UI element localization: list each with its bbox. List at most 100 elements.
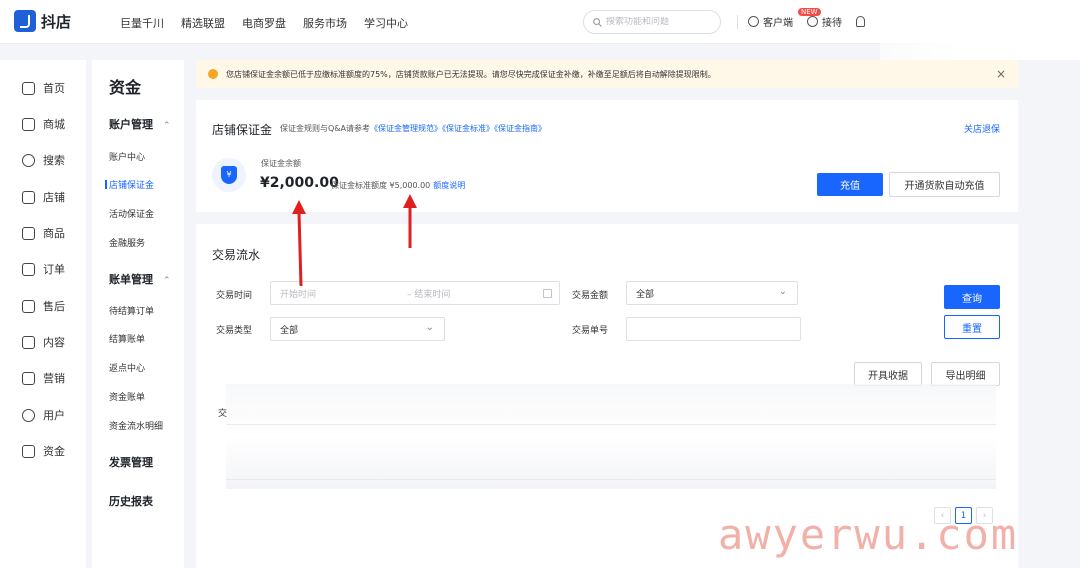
type-select[interactable]: 全部 ⌄ bbox=[270, 317, 445, 341]
order-no-input[interactable] bbox=[626, 317, 801, 341]
start-time-placeholder: 开始时间 bbox=[280, 289, 317, 300]
ref-link-rules[interactable]: 《保证金管理规范》 bbox=[370, 124, 442, 133]
subnav-activity-deposit[interactable]: 活动保证金 bbox=[109, 207, 154, 220]
standard-amount: 保证金标准额度 ¥5,000.00 额度说明 bbox=[331, 180, 465, 191]
table-header-partial: 交 bbox=[218, 409, 228, 419]
reception-link[interactable]: 接待 bbox=[807, 14, 842, 29]
alert-text: 您店铺保证金余额已低于应缴标准额度的75%，店铺货款账户已无法提现。请您尽快完成… bbox=[226, 69, 716, 79]
house-icon bbox=[22, 117, 35, 131]
leftnav-product[interactable]: 商品 bbox=[22, 225, 65, 241]
leftnav-home[interactable]: 首页 bbox=[22, 80, 65, 96]
search-box[interactable] bbox=[583, 10, 721, 34]
time-label: 交易时间 bbox=[216, 291, 253, 301]
shop-icon bbox=[22, 190, 35, 204]
logo-icon bbox=[14, 10, 36, 32]
leftnav-order[interactable]: 订单 bbox=[22, 261, 65, 277]
subnav-store-deposit[interactable]: 店铺保证金 bbox=[105, 178, 154, 191]
table-row-divider bbox=[226, 424, 996, 425]
order-no-label: 交易单号 bbox=[572, 326, 609, 336]
deposit-title: 店铺保证金 bbox=[212, 123, 273, 137]
leftnav-shop[interactable]: 店铺 bbox=[22, 189, 65, 205]
topnav-qianchuan[interactable]: 巨量千川 bbox=[120, 15, 164, 31]
chevron-down-icon: ⌄ bbox=[778, 286, 787, 297]
leftnav-label: 搜索 bbox=[43, 154, 65, 167]
ref-link-standard[interactable]: 《保证金标准》 bbox=[442, 124, 494, 133]
shield-badge: ¥ bbox=[212, 158, 246, 192]
export-button[interactable]: 导出明细 bbox=[931, 362, 1000, 386]
leftnav-label: 资金 bbox=[43, 445, 65, 458]
divider bbox=[737, 14, 738, 29]
leftnav-label: 商品 bbox=[43, 227, 65, 240]
type-label: 交易类型 bbox=[216, 326, 253, 336]
product-icon bbox=[22, 226, 35, 240]
leftnav-label: 订单 bbox=[43, 263, 65, 276]
table-row-divider bbox=[226, 479, 996, 480]
chevron-up-icon: ⌃ bbox=[163, 276, 171, 286]
logo[interactable]: 抖店 bbox=[14, 10, 71, 32]
search-input[interactable] bbox=[606, 17, 716, 27]
subnav-finance[interactable]: 金融服务 bbox=[109, 236, 145, 249]
user-icon bbox=[22, 408, 35, 422]
leftnav-funds[interactable]: 资金 bbox=[22, 443, 65, 459]
topnav-compass[interactable]: 电商罗盘 bbox=[242, 15, 286, 31]
query-button[interactable]: 查询 bbox=[944, 285, 1000, 309]
close-icon[interactable]: × bbox=[996, 67, 1006, 81]
blurred-table bbox=[226, 384, 996, 489]
topnav-market[interactable]: 服务市场 bbox=[303, 15, 347, 31]
left-nav: 首页 商城 搜索 店铺 商品 订单 售后 内容 营销 用户 资金 bbox=[0, 60, 86, 568]
subnav-settlement[interactable]: 结算账单 bbox=[109, 332, 145, 345]
date-range-picker[interactable]: 开始时间 – 结束时间 bbox=[270, 281, 560, 305]
topnav-learning[interactable]: 学习中心 bbox=[364, 15, 408, 31]
leftnav-content[interactable]: 内容 bbox=[22, 334, 65, 350]
search-nav-icon bbox=[22, 153, 35, 167]
subnav-group-account[interactable]: 账户管理 ⌃ bbox=[109, 116, 171, 132]
subnav-fund-flow[interactable]: 资金流水明细 bbox=[109, 419, 163, 432]
tv-icon bbox=[22, 335, 35, 349]
subnav-group-history[interactable]: 历史报表 bbox=[109, 493, 153, 509]
shield-icon: ¥ bbox=[221, 166, 237, 184]
leftnav-label: 首页 bbox=[43, 82, 65, 95]
subnav-group-bill[interactable]: 账单管理 ⌃ bbox=[109, 271, 171, 287]
refs-prefix: 保证金规则与Q&A请参考 bbox=[280, 124, 371, 133]
subnav-rebate[interactable]: 返点中心 bbox=[109, 361, 145, 374]
bell-icon[interactable] bbox=[856, 16, 865, 27]
balance-label: 保证金余额 bbox=[261, 159, 301, 168]
ref-link-guide[interactable]: 《保证金指南》 bbox=[494, 124, 546, 133]
topnav-alliance[interactable]: 精选联盟 bbox=[181, 15, 225, 31]
leftnav-mall[interactable]: 商城 bbox=[22, 116, 65, 132]
blurred-region bbox=[880, 0, 1080, 60]
reset-button[interactable]: 重置 bbox=[944, 315, 1000, 339]
amount-select[interactable]: 全部 ⌄ bbox=[626, 281, 798, 305]
leftnav-user[interactable]: 用户 bbox=[22, 407, 65, 423]
recharge-button[interactable]: 充值 bbox=[817, 173, 883, 196]
watermark: awyerwu.com bbox=[718, 510, 1019, 559]
auto-recharge-button[interactable]: 开通货款自动充值 bbox=[889, 172, 1000, 197]
sub-nav: 资金 账户管理 ⌃ 账户中心 店铺保证金 活动保证金 金融服务 账单管理 ⌃ 待结算… bbox=[92, 60, 184, 568]
warning-icon bbox=[208, 69, 218, 79]
search-icon bbox=[593, 17, 602, 27]
top-right-tools: 客户端 NEW 接待 bbox=[737, 8, 865, 29]
subnav-account-center[interactable]: 账户中心 bbox=[109, 150, 145, 163]
order-icon bbox=[22, 262, 35, 276]
customer-service-label: 客户端 bbox=[763, 18, 793, 29]
warning-alert: 您店铺保证金余额已低于应缴标准额度的75%，店铺货款账户已无法提现。请您尽快完成… bbox=[196, 60, 1018, 88]
end-time-placeholder: – 结束时间 bbox=[407, 289, 451, 300]
leftnav-search[interactable]: 搜索 bbox=[22, 152, 65, 168]
reception-label: 接待 bbox=[822, 18, 842, 29]
subnav-group-label: 账单管理 bbox=[109, 273, 153, 286]
top-nav: 巨量千川 精选联盟 电商罗盘 服务市场 学习中心 bbox=[120, 15, 425, 31]
close-store-link[interactable]: 关店退保 bbox=[964, 122, 1000, 135]
subnav-fund-bill[interactable]: 资金账单 bbox=[109, 390, 145, 403]
leftnav-marketing[interactable]: 营销 bbox=[22, 370, 65, 386]
type-value: 全部 bbox=[280, 325, 299, 336]
receipt-button[interactable]: 开具收据 bbox=[854, 362, 922, 386]
leftnav-label: 内容 bbox=[43, 336, 65, 349]
quota-explain-link[interactable]: 额度说明 bbox=[433, 181, 465, 190]
leftnav-label: 店铺 bbox=[43, 191, 65, 204]
subnav-title: 资金 bbox=[109, 78, 142, 97]
megaphone-icon bbox=[22, 371, 35, 385]
leftnav-aftersale[interactable]: 售后 bbox=[22, 298, 65, 314]
subnav-group-invoice[interactable]: 发票管理 bbox=[109, 454, 153, 470]
customer-service-link[interactable]: 客户端 NEW bbox=[748, 8, 821, 29]
subnav-pending-orders[interactable]: 待结算订单 bbox=[109, 304, 154, 317]
